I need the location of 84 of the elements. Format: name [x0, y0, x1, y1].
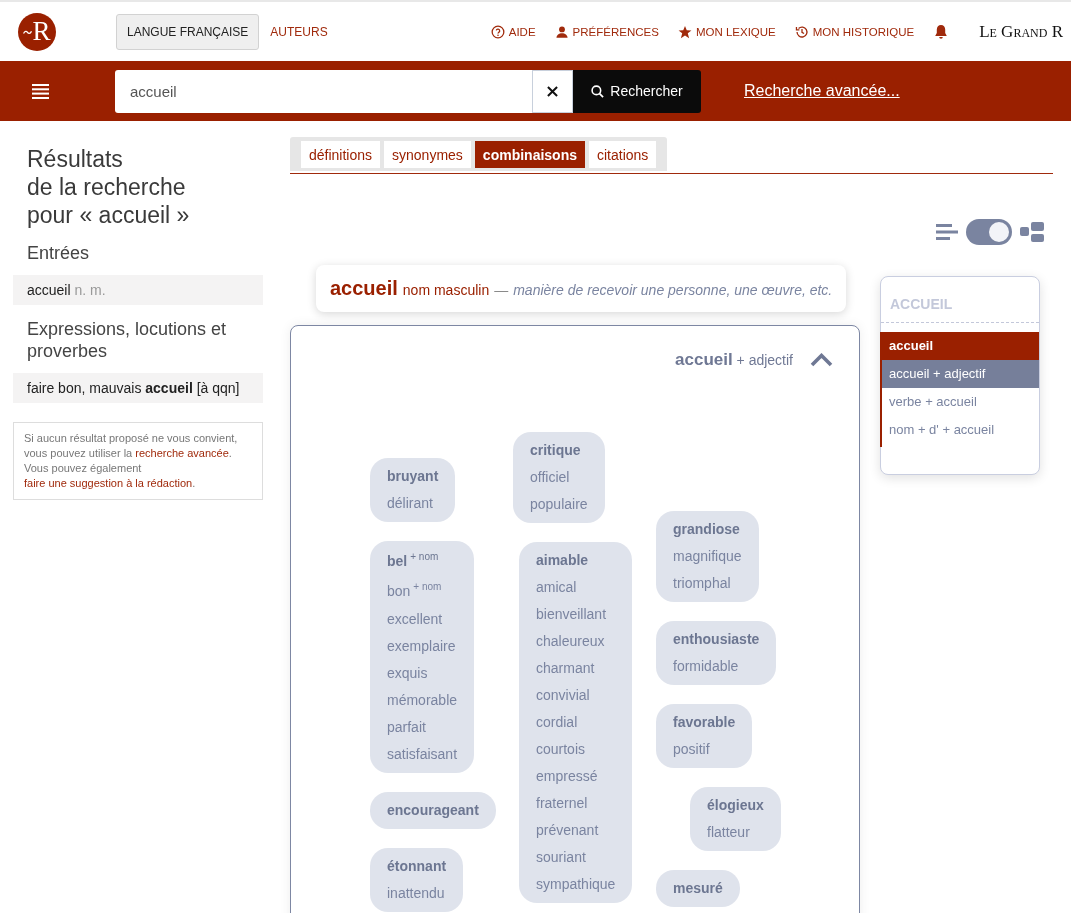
combination-word[interactable]: parfait [387, 714, 458, 741]
notice-link[interactable]: recherche avancée [135, 447, 229, 459]
combination-word[interactable]: bruyant [387, 463, 439, 490]
combination-word[interactable]: satisfaisant [387, 741, 458, 768]
search-button[interactable]: Rechercher [573, 69, 701, 113]
menu-icon[interactable] [32, 83, 49, 99]
combination-word[interactable]: convivial [536, 682, 616, 709]
language-button[interactable]: LANGUE FRANÇAISE [116, 13, 260, 50]
bell-icon[interactable] [933, 23, 950, 40]
close-icon [547, 85, 558, 97]
combination-word[interactable]: mesuré [673, 875, 723, 902]
site-logo[interactable]: R [18, 12, 56, 51]
menu-item[interactable]: accueil + adjectif [882, 360, 1039, 388]
list-view-icon[interactable] [936, 224, 958, 240]
combination-word[interactable]: sympathique [536, 871, 616, 898]
result-link[interactable]: faire bon, mauvais accueil [à qqn] [13, 373, 263, 403]
combination-word[interactable]: mémorable [387, 687, 458, 714]
notice-text: Si aucun résultat proposé ne vous convient, vous pouvez utiliser la recherche avancée. Vous pouvez également faire une suggestion à la rédaction. [13, 422, 263, 500]
view-toggle[interactable] [966, 219, 1012, 245]
definition-text: manière de recevoir une personne, une œuvre, etc. [513, 282, 833, 298]
menu-item[interactable]: nom + d' + accueil [882, 416, 1039, 444]
menu-item[interactable]: accueil [882, 332, 1039, 360]
dash-separator: — [494, 282, 509, 298]
tab[interactable]: citations [589, 141, 657, 168]
combination-word[interactable]: formidable [673, 653, 760, 680]
combination-word[interactable]: bienveillant [536, 601, 616, 628]
combination-word[interactable]: exemplaire [387, 633, 458, 660]
combination-word[interactable]: excellent [387, 606, 458, 633]
combination-word[interactable]: encourageant [387, 797, 479, 824]
combination-word[interactable]: élogieux [707, 792, 764, 819]
section-heading: Entrées [27, 242, 91, 264]
combination-word[interactable]: étonnant [387, 853, 447, 880]
combination-word[interactable]: exquis [387, 660, 458, 687]
chevron-up-icon[interactable] [810, 353, 833, 367]
combination-word[interactable]: souriant [536, 844, 616, 871]
star-icon [677, 24, 692, 39]
combination-word[interactable]: chaleureux [536, 628, 616, 655]
advanced-search-link[interactable]: Recherche avancée... [744, 82, 900, 100]
combination-word[interactable]: prévenant [536, 817, 616, 844]
combination-word[interactable]: populaire [530, 491, 588, 518]
tab[interactable]: définitions [301, 141, 381, 168]
combination-word[interactable]: bel$^{+ nom}$ [387, 546, 458, 576]
combination-word[interactable]: empressé [536, 763, 616, 790]
menu-item[interactable]: verbe + accueil [882, 388, 1039, 416]
combination-word[interactable]: fraternel [536, 790, 616, 817]
combination-word[interactable]: positif [673, 736, 736, 763]
combination-word[interactable]: flatteur [707, 819, 764, 846]
combination-word[interactable]: aimable [536, 547, 616, 574]
combination-word[interactable]: amical [536, 574, 616, 601]
combination-word[interactable]: inattendu [387, 880, 447, 907]
help-link[interactable]: AIDE [490, 24, 536, 39]
history-icon [794, 24, 809, 39]
clear-button[interactable] [532, 69, 573, 113]
combination-word[interactable]: délirant [387, 490, 439, 517]
grid-view-icon[interactable] [1020, 222, 1044, 242]
tab[interactable]: synonymes [384, 141, 471, 168]
history-link[interactable]: MON HISTORIQUE [794, 24, 915, 39]
preferences-link[interactable]: PRÉFÉRENCES [554, 24, 659, 39]
section-heading: Expressions, locutions et proverbes [27, 318, 228, 362]
brand-name[interactable]: Le Grand R [979, 21, 1063, 42]
combination-word[interactable]: officiel [530, 464, 588, 491]
combination-word[interactable]: courtois [536, 736, 616, 763]
combination-word[interactable]: enthousiaste [673, 626, 760, 653]
menu-heading: ACCUEIL [881, 277, 1039, 323]
results-title: Résultats de la recherche pour « accueil » [27, 145, 191, 229]
combination-word[interactable]: favorable [673, 709, 736, 736]
search-icon [591, 84, 605, 98]
search-field[interactable]: accueil [115, 69, 532, 113]
combination-word[interactable]: triomphal [673, 570, 742, 597]
combination-word[interactable]: magnifique [673, 543, 742, 570]
combination-word[interactable]: charmant [536, 655, 616, 682]
combination-word[interactable]: cordial [536, 709, 616, 736]
combination-word[interactable]: critique [530, 437, 588, 464]
lexicon-link[interactable]: MON LEXIQUE [677, 24, 776, 39]
combination-word[interactable]: grandiose [673, 516, 742, 543]
headword: accueil [330, 277, 398, 300]
result-link[interactable]: accueil n. m. [13, 275, 263, 305]
authors-link[interactable]: AUTEURS [270, 24, 328, 39]
help-icon [490, 24, 505, 39]
combination-word[interactable]: bon$^{+ nom}$ [387, 576, 458, 606]
combination-title: accueil + adjectif [675, 350, 793, 370]
word-category: nom masculin [402, 282, 490, 298]
person-icon [554, 24, 569, 39]
tab[interactable]: combinaisons [474, 141, 585, 168]
